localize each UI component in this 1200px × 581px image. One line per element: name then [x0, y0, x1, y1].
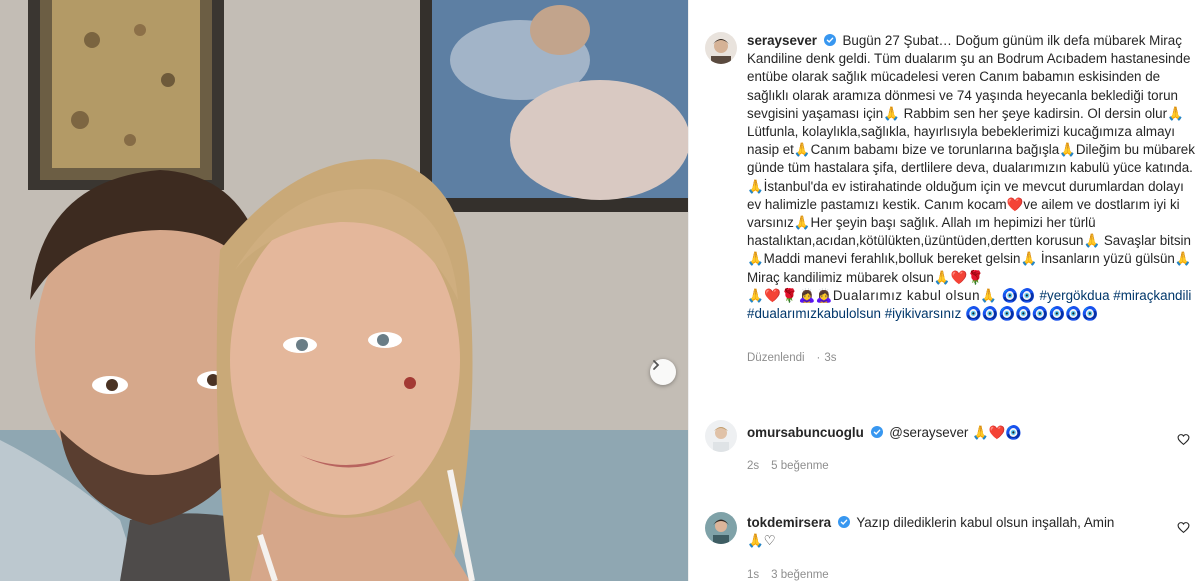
- comment-time[interactable]: 1s: [747, 569, 759, 581]
- comment-meta: 2s 5 beğenme: [747, 460, 841, 472]
- author-username[interactable]: seraysever: [747, 33, 817, 48]
- comment-likes[interactable]: 5 beğenme: [771, 460, 829, 472]
- edited-label: Düzenlendi: [747, 352, 805, 364]
- post-photo: [0, 0, 688, 581]
- comment-time[interactable]: 2s: [747, 460, 759, 472]
- verified-badge-icon: [823, 34, 836, 46]
- commenter-avatar[interactable]: [705, 512, 737, 544]
- comment-username[interactable]: omursabuncuoglu: [747, 425, 864, 440]
- post-details-panel: seraysever Bugün 27 Şubat… Doğum günüm i…: [688, 0, 1200, 581]
- post-edited-meta: Düzenlendi · 3s: [747, 352, 837, 364]
- comment-likes[interactable]: 3 beğenme: [771, 569, 829, 581]
- caption-text: Bugün 27 Şubat… Doğum günüm ilk defa müb…: [747, 33, 1199, 285]
- author-avatar[interactable]: [705, 32, 737, 64]
- heart-outline-icon[interactable]: [1177, 433, 1190, 446]
- commenter-avatar[interactable]: [705, 420, 737, 452]
- verified-badge-icon: [837, 516, 850, 528]
- comment-username[interactable]: tokdemirsera: [747, 515, 831, 530]
- comment-meta: 1s 3 beğenme: [747, 569, 841, 581]
- caption-nazar-tail: 🧿🧿🧿🧿🧿🧿🧿🧿: [965, 306, 1099, 322]
- comment-item: omursabuncuoglu @seraysever 🙏❤️🧿: [747, 424, 1167, 442]
- next-photo-button[interactable]: [650, 359, 676, 385]
- edited-time[interactable]: 3s: [824, 352, 836, 364]
- comment-text: @seraysever 🙏❤️🧿: [889, 425, 1023, 440]
- selfie-image: [0, 0, 688, 581]
- heart-outline-icon[interactable]: [1177, 521, 1190, 534]
- comment-item: tokdemirsera Yazıp dilediklerin kabul ol…: [747, 514, 1167, 550]
- chevron-right-icon: [653, 360, 660, 370]
- caption-emoji-line: 🙏❤️🌹🙇‍♀️🙇‍♀️Dualarımız kabul olsun🙏 🧿🧿: [747, 287, 1036, 303]
- comment-text-emoji: 🙏♡: [747, 533, 776, 549]
- post-caption: seraysever Bugün 27 Şubat… Doğum günüm i…: [747, 32, 1195, 323]
- comment-text: Yazıp dilediklerin kabul olsun inşallah,…: [856, 515, 1115, 530]
- verified-badge-icon: [870, 426, 883, 438]
